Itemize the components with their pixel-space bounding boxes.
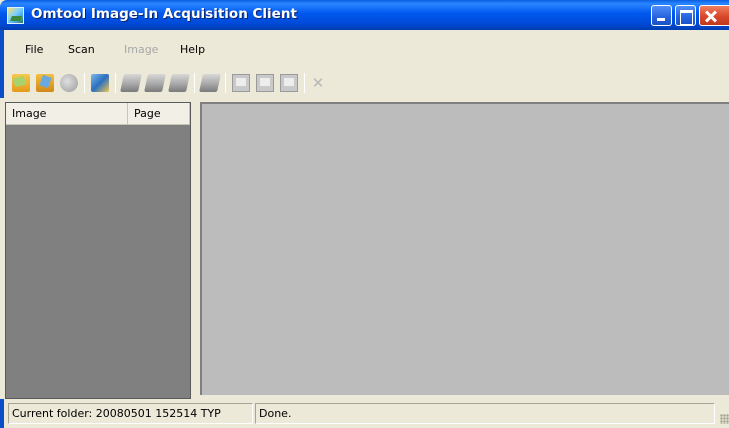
menu-help[interactable]: Help [180,43,205,56]
image-view-area[interactable] [200,102,729,395]
title-bar[interactable]: Omtool Image-In Acquisition Client [0,0,729,30]
toolbar-separator [225,73,226,93]
insert-page-icon[interactable] [232,74,250,92]
status-current-folder: Current folder: 20080501 152514 TYP [8,403,253,424]
resize-grip-icon[interactable] [720,414,729,424]
menu-bar: File Scan Image Help [0,30,729,68]
menu-scan[interactable]: Scan [68,43,95,56]
rescan-icon[interactable] [199,74,221,92]
toolbar: ✕ [0,68,729,98]
menu-file[interactable]: File [25,43,43,56]
status-message: Done. [255,403,715,424]
import-folder-icon[interactable] [36,74,54,92]
delete-icon[interactable]: ✕ [309,74,327,92]
minimize-button[interactable] [651,5,672,26]
column-header-page[interactable]: Page [128,103,190,125]
append-page-icon[interactable] [256,74,274,92]
toolbar-separator [84,73,85,93]
window-title: Omtool Image-In Acquisition Client [31,6,297,22]
menu-image[interactable]: Image [124,43,158,56]
panel-splitter[interactable] [192,102,199,399]
preview-icon[interactable] [60,74,78,92]
scan-page-icon[interactable] [144,74,166,92]
replace-page-icon[interactable] [280,74,298,92]
properties-icon[interactable] [91,74,109,92]
scan-icon[interactable] [120,74,142,92]
toolbar-separator [304,73,305,93]
app-icon [7,7,24,24]
status-bar: Current folder: 20080501 152514 TYP Done… [0,399,729,428]
toolbar-separator [115,73,116,93]
toolbar-separator [194,73,195,93]
column-header-image[interactable]: Image [6,103,128,125]
close-button[interactable] [699,5,729,26]
maximize-button[interactable] [675,5,696,26]
open-folder-icon[interactable] [12,74,30,92]
image-list-panel[interactable]: Image Page [5,102,191,399]
scan-batch-icon[interactable] [168,74,190,92]
